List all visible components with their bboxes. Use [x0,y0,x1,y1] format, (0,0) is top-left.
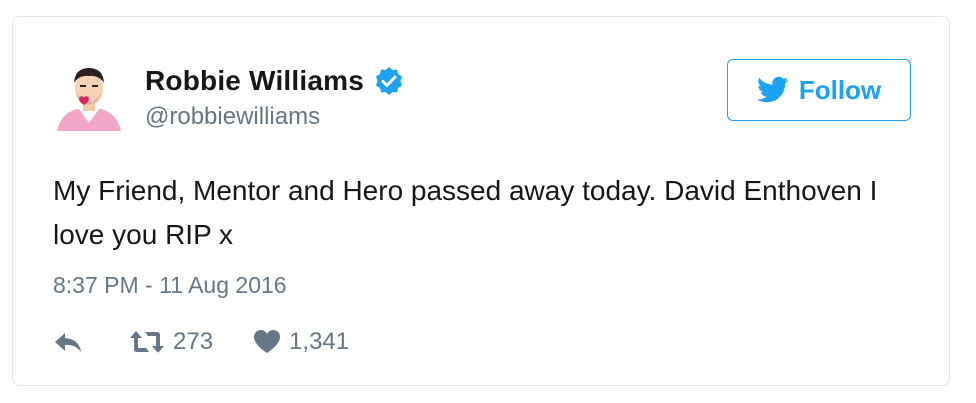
reply-icon [55,333,81,352]
verified-badge-icon [374,66,404,96]
reply-button[interactable] [53,330,83,354]
follow-label: Follow [798,74,882,105]
retweet-button[interactable]: 273 [129,328,213,356]
avatar[interactable] [53,59,125,131]
name-row: Robbie Williams [145,63,404,99]
like-button[interactable]: 1,341 [253,328,349,356]
twitter-bird-icon [756,76,789,103]
display-name[interactable]: Robbie Williams [145,65,364,97]
retweet-icon [130,331,164,353]
tweet-timestamp[interactable]: 8:37 PM - 11 Aug 2016 [53,272,287,299]
user-info: Robbie Williams @robbiewilliams [145,63,404,131]
avatar-emoji-icon [53,59,125,131]
tweet-actions: 273 1,341 [53,327,349,357]
heart-icon [254,330,281,353]
like-count: 1,341 [289,328,350,355]
tweet-text: My Friend, Mentor and Hero passed away t… [53,175,878,250]
retweet-count: 273 [173,328,214,355]
follow-button[interactable]: Follow [727,59,911,121]
tweet-card: Robbie Williams @robbiewilliams Follow M… [12,16,950,386]
user-handle[interactable]: @robbiewilliams [145,103,404,131]
